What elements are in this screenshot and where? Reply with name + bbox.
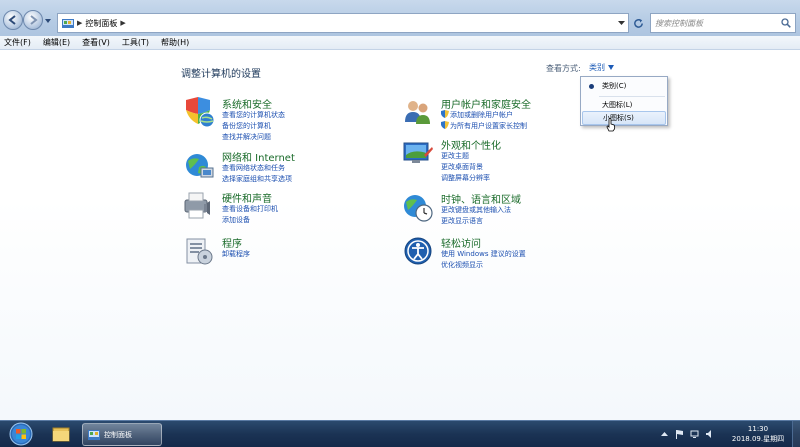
taskbar: 控制面板 11:30 2018.09.星期四 (0, 420, 800, 447)
link-uninstall-program[interactable]: 卸载程序 (222, 249, 250, 259)
view-by-value: 类别 (589, 63, 605, 72)
programs-icon[interactable] (183, 235, 215, 267)
refresh-icon (633, 18, 643, 28)
link-change-input-method[interactable]: 更改键盘或其他输入法 (441, 205, 511, 215)
menu-separator (599, 96, 665, 97)
title-bar: ▶ 控制面板 ▶ (0, 0, 800, 36)
link-troubleshoot[interactable]: 查找并解决问题 (222, 132, 271, 142)
category-title[interactable]: 轻松访问 (441, 235, 481, 250)
category-title[interactable]: 硬件和声音 (222, 190, 272, 205)
system-clock[interactable]: 11:30 2018.09.星期四 (728, 424, 788, 444)
category-title[interactable]: 时钟、语言和区域 (441, 191, 521, 206)
category-title[interactable]: 程序 (222, 235, 242, 250)
link-desktop-background[interactable]: 更改桌面背景 (441, 162, 483, 172)
link-devices-printers[interactable]: 查看设备和打印机 (222, 204, 278, 214)
menu-view[interactable]: 查看(V) (82, 37, 110, 48)
show-hidden-icons-icon[interactable] (660, 429, 669, 439)
link-parental-controls[interactable]: 为所有用户设置家长控制 (441, 121, 527, 131)
start-button-icon[interactable] (6, 421, 36, 447)
breadcrumb-control-panel[interactable]: 控制面板 (85, 18, 117, 29)
view-by-select[interactable]: 类别 (585, 61, 618, 74)
uac-shield-icon (441, 121, 449, 129)
menu-item-label: 大图标(L) (602, 101, 633, 109)
network-globe-icon[interactable] (183, 149, 215, 181)
menu-help[interactable]: 帮助(H) (161, 37, 189, 48)
selected-bullet-icon (589, 84, 594, 89)
search-icon[interactable] (781, 18, 791, 28)
recent-pages-dropdown-icon[interactable] (44, 17, 52, 25)
breadcrumb-separator[interactable]: ▶ (77, 19, 82, 27)
link-screen-resolution[interactable]: 调整屏幕分辨率 (441, 173, 490, 183)
network-icon[interactable] (690, 429, 699, 439)
link-label: 为所有用户设置家长控制 (450, 122, 527, 130)
menu-item-small-icons[interactable]: 小图标(S) (582, 111, 666, 125)
category-title[interactable]: 外观和个性化 (441, 137, 501, 152)
breadcrumb-separator[interactable]: ▶ (120, 19, 125, 27)
clock-date: 2018.09.星期四 (731, 435, 785, 443)
view-by-menu: 类别(C) 大图标(L) 小图标(S) (580, 76, 668, 126)
printer-speaker-icon[interactable] (183, 190, 215, 222)
back-button[interactable] (3, 10, 23, 30)
link-network-status[interactable]: 查看网络状态和任务 (222, 163, 285, 173)
category-title[interactable]: 用户帐户和家庭安全 (441, 96, 531, 111)
view-by-label: 查看方式: (546, 64, 581, 73)
link-homegroup-sharing[interactable]: 选择家庭组和共享选项 (222, 174, 292, 184)
menu-item-large-icons[interactable]: 大图标(L) (582, 98, 666, 112)
link-add-device[interactable]: 添加设备 (222, 215, 250, 225)
link-add-remove-accounts[interactable]: 添加或删除用户帐户 (441, 110, 513, 120)
link-change-theme[interactable]: 更改主题 (441, 151, 469, 161)
menu-file[interactable]: 文件(F) (4, 37, 31, 48)
link-recommended-settings[interactable]: 使用 Windows 建议的设置 (441, 249, 526, 259)
control-panel-icon (88, 429, 100, 440)
menu-edit[interactable]: 编辑(E) (43, 37, 70, 48)
arrow-left-icon (8, 15, 16, 25)
clock-globe-icon[interactable] (402, 191, 434, 223)
link-label: 添加或删除用户帐户 (450, 111, 513, 119)
refresh-button[interactable] (630, 13, 646, 33)
chevron-down-icon (608, 65, 614, 70)
arrow-right-icon (30, 15, 38, 25)
search-box[interactable] (650, 13, 796, 33)
taskbar-control-panel-button[interactable]: 控制面板 (82, 423, 162, 446)
content-area: 调整计算机的设置 查看方式: 类别 系统和安全 查看您的计算机状态 备份您的计算… (0, 51, 800, 420)
menu-bar: 文件(F) 编辑(E) 查看(V) 工具(T) 帮助(H) (0, 36, 800, 50)
search-input[interactable] (655, 18, 779, 28)
link-backup-computer[interactable]: 备份您的计算机 (222, 121, 271, 131)
action-center-flag-icon[interactable] (675, 429, 684, 439)
category-title[interactable]: 网络和 Internet (222, 149, 295, 164)
clock-time: 11:30 (747, 425, 769, 433)
menu-item-label: 类别(C) (602, 82, 627, 90)
show-desktop-button[interactable] (792, 421, 800, 447)
address-bar[interactable]: ▶ 控制面板 ▶ (57, 13, 629, 33)
menu-item-category[interactable]: 类别(C) (582, 79, 666, 93)
link-optimize-visual-display[interactable]: 优化视频显示 (441, 260, 483, 270)
menu-tools[interactable]: 工具(T) (122, 37, 149, 48)
users-icon[interactable] (402, 96, 434, 128)
page-title: 调整计算机的设置 (181, 69, 261, 80)
taskbar-explorer-button[interactable] (44, 423, 78, 446)
volume-icon[interactable] (705, 429, 714, 439)
folder-icon (52, 427, 70, 442)
mouse-pointer-icon (606, 118, 616, 132)
system-tray (660, 429, 714, 439)
link-view-computer-status[interactable]: 查看您的计算机状态 (222, 110, 285, 120)
forward-button[interactable] (23, 10, 43, 30)
chevron-down-icon[interactable] (618, 20, 625, 26)
control-panel-icon (62, 19, 74, 28)
link-change-display-language[interactable]: 更改显示语言 (441, 216, 483, 226)
uac-shield-icon (441, 110, 449, 118)
taskbar-window-title: 控制面板 (104, 430, 132, 439)
shield-globe-icon[interactable] (183, 96, 215, 128)
appearance-icon[interactable] (402, 137, 434, 169)
accessibility-icon[interactable] (402, 235, 434, 267)
category-title[interactable]: 系统和安全 (222, 96, 272, 111)
